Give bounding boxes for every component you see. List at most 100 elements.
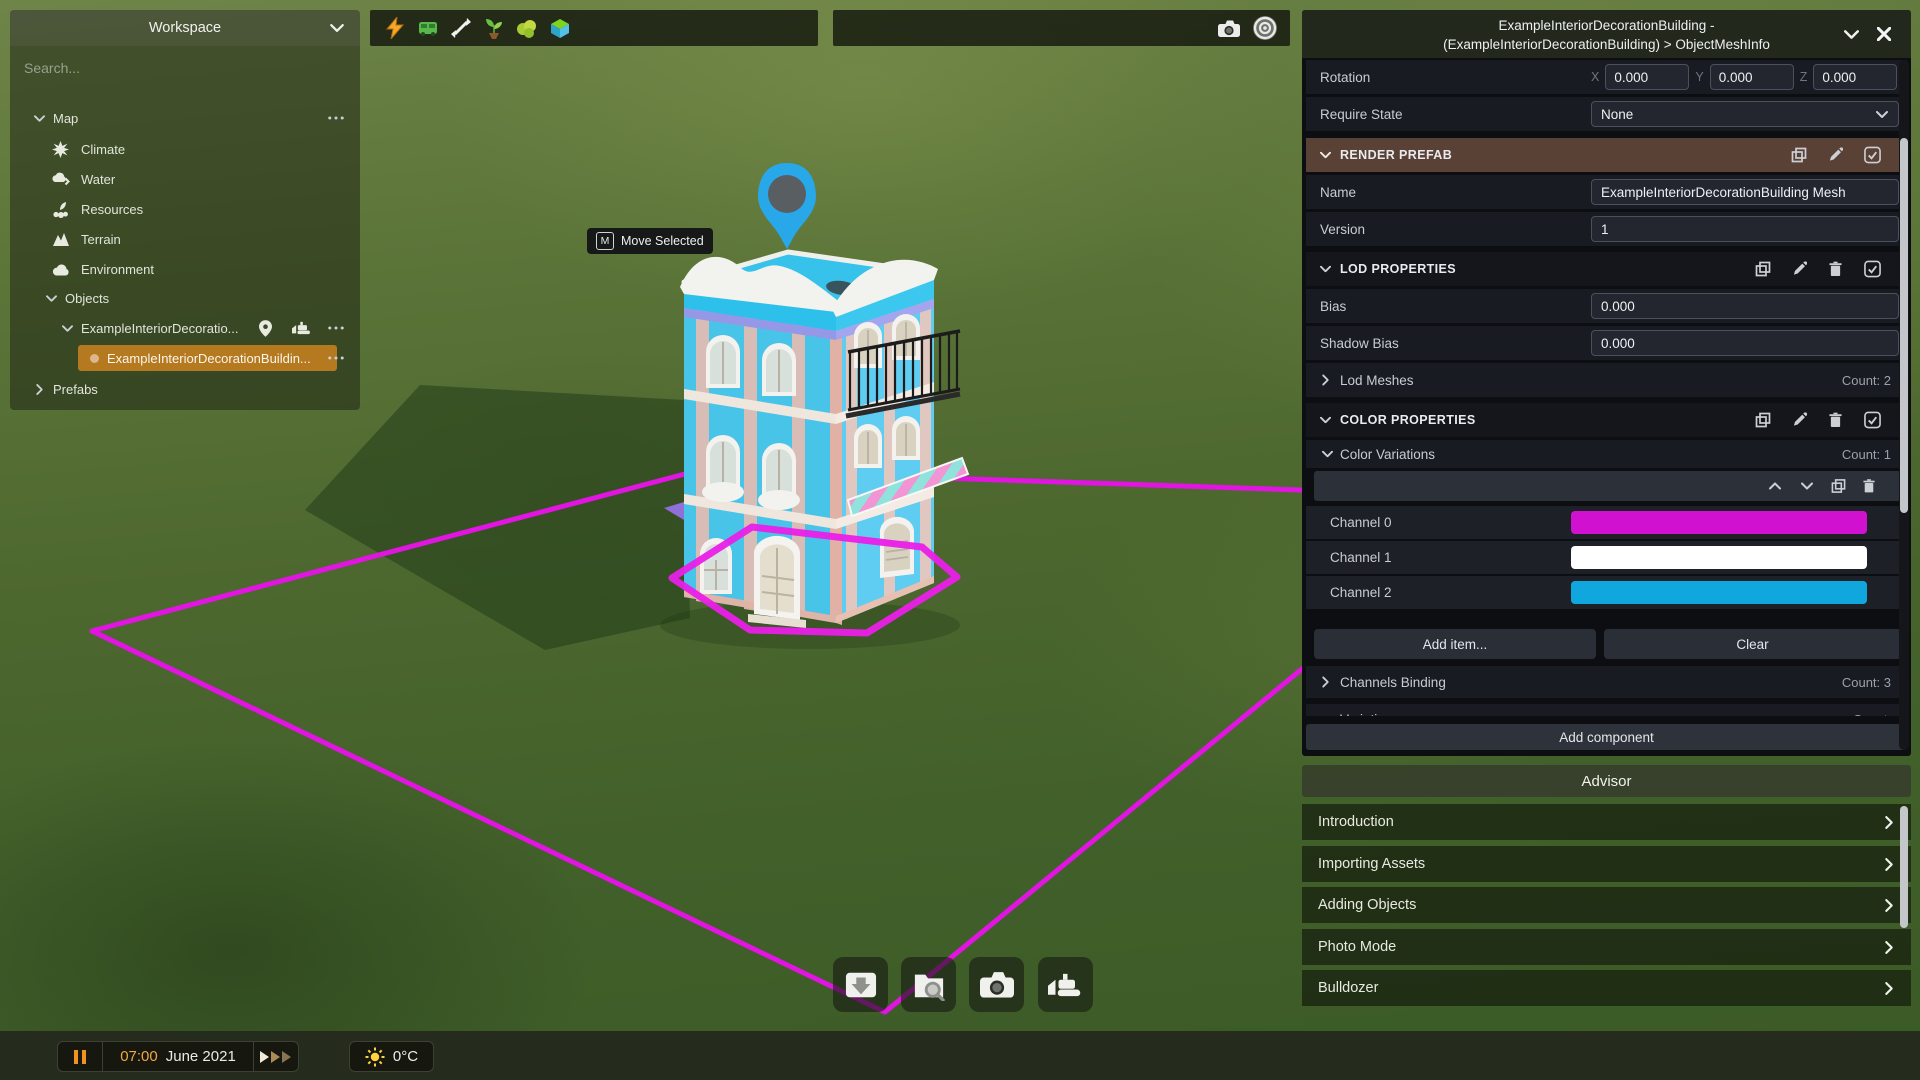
rotation-row: Rotation X Y Z [1306, 60, 1907, 94]
name-input[interactable] [1591, 179, 1899, 205]
rotation-z-input[interactable] [1813, 64, 1897, 90]
tree-item-object-group[interactable]: ExampleInteriorDecoratio... [10, 313, 360, 343]
chevron-right-icon[interactable] [1322, 677, 1329, 688]
building-render [664, 252, 968, 628]
edit-pencil-icon[interactable] [1828, 148, 1843, 163]
speed-button[interactable] [254, 1042, 298, 1071]
map-pin-marker[interactable] [758, 163, 816, 249]
tree-item-label: Resources [69, 202, 360, 217]
channel-2-color-swatch[interactable] [1571, 581, 1867, 604]
channels-binding-row[interactable]: Channels Binding Count: 3 [1306, 666, 1907, 698]
duplicate-icon[interactable] [1755, 261, 1771, 277]
delete-trash-icon[interactable] [1829, 262, 1842, 277]
duplicate-icon[interactable] [1791, 147, 1807, 163]
rotation-y-input[interactable] [1710, 64, 1794, 90]
bush-icon[interactable] [514, 15, 540, 41]
lod-properties-header[interactable]: LOD PROPERTIES [1306, 252, 1907, 286]
camera-icon[interactable] [1216, 15, 1242, 41]
channel-0-color-swatch[interactable] [1571, 511, 1867, 534]
advisor-item-adding-objects[interactable]: Adding Objects [1302, 887, 1911, 923]
chevron-down-icon[interactable] [1320, 266, 1331, 273]
move-arrows-icon[interactable] [448, 15, 474, 41]
selected-object-highlight[interactable]: ExampleInteriorDecorationBuildin... [78, 345, 337, 371]
sapling-icon[interactable] [481, 15, 507, 41]
chevron-right-icon[interactable] [1322, 375, 1329, 386]
bias-input[interactable] [1591, 293, 1899, 319]
color-properties-header[interactable]: COLOR PROPERTIES [1306, 403, 1907, 437]
more-icon[interactable] [328, 356, 344, 360]
inspector-title: ExampleInteriorDecorationBuilding - (Exa… [1302, 10, 1911, 58]
photo-mode-button[interactable] [969, 957, 1024, 1012]
move-down-icon[interactable] [1801, 483, 1813, 490]
workspace-panel: Workspace Map Climate Water Resources Te… [10, 10, 360, 410]
pause-button[interactable] [58, 1042, 102, 1071]
chevron-down-icon[interactable] [1320, 152, 1331, 159]
collapse-chevron-icon[interactable] [1844, 30, 1859, 39]
tree-item-objects[interactable]: Objects [10, 283, 360, 313]
enabled-checkbox-icon[interactable] [1864, 261, 1881, 278]
move-up-icon[interactable] [1769, 483, 1781, 490]
add-component-button[interactable]: Add component [1306, 724, 1907, 750]
collapse-chevron-icon[interactable] [330, 24, 344, 32]
tree-item-resources[interactable]: Resources [10, 194, 360, 224]
chevron-down-icon[interactable] [62, 325, 73, 332]
chevron-down-icon[interactable] [34, 115, 45, 122]
vehicle-icon[interactable] [415, 15, 441, 41]
locate-pin-icon[interactable] [259, 320, 272, 337]
workspace-header[interactable]: Workspace [10, 10, 360, 46]
tree-item-climate[interactable]: Climate [10, 134, 360, 164]
version-input[interactable] [1591, 216, 1899, 242]
channel-row: Channel 0 [1306, 506, 1907, 539]
tree-item-prefabs[interactable]: Prefabs [10, 374, 360, 404]
duplicate-icon[interactable] [1755, 412, 1771, 428]
bulldozer-button[interactable] [1038, 957, 1093, 1012]
search-input[interactable] [22, 54, 346, 82]
tree-item-map[interactable]: Map [10, 103, 360, 133]
advisor-item-photo-mode[interactable]: Photo Mode [1302, 929, 1911, 965]
tree-item-environment[interactable]: Environment [10, 254, 360, 284]
inspector-scrollbar-thumb[interactable] [1900, 138, 1908, 513]
delete-trash-icon[interactable] [1829, 413, 1842, 428]
advisor-item-bulldozer[interactable]: Bulldozer [1302, 970, 1911, 1006]
channel-1-color-swatch[interactable] [1571, 546, 1867, 569]
tree-item-selected-object[interactable]: ExampleInteriorDecorationBuildin... [10, 345, 360, 375]
bulldozer-icon[interactable] [292, 321, 312, 335]
more-icon[interactable] [328, 326, 344, 330]
tree-item-terrain[interactable]: Terrain [10, 224, 360, 254]
chevron-down-icon[interactable] [1322, 451, 1333, 458]
record-icon[interactable] [1252, 15, 1278, 41]
variation-item-row[interactable] [1314, 471, 1901, 501]
edit-pencil-icon[interactable] [1792, 262, 1807, 277]
color-variations-row[interactable]: Color Variations Count: 1 [1306, 440, 1907, 468]
advisor-item-importing-assets[interactable]: Importing Assets [1302, 846, 1911, 882]
add-item-button[interactable]: Add item... [1314, 629, 1596, 659]
advisor-item-introduction[interactable]: Introduction [1302, 804, 1911, 840]
find-asset-button[interactable] [901, 957, 956, 1012]
require-state-select[interactable]: None [1591, 101, 1899, 127]
enabled-checkbox-icon[interactable] [1864, 412, 1881, 429]
render-prefab-header[interactable]: RENDER PREFAB [1306, 138, 1907, 172]
chevron-down-icon[interactable] [46, 295, 57, 302]
axis-y-label: Y [1695, 70, 1703, 84]
partial-row-count: Count: [1853, 712, 1891, 717]
tree-item-water[interactable]: Water [10, 164, 360, 194]
clear-button[interactable]: Clear [1604, 629, 1901, 659]
lod-meshes-row[interactable]: Lod Meshes Count: 2 [1306, 363, 1907, 397]
crate-icon[interactable] [547, 15, 573, 41]
advisor-scrollbar-thumb[interactable] [1900, 806, 1908, 928]
duplicate-icon[interactable] [1831, 479, 1846, 494]
chevron-down-icon[interactable] [1320, 417, 1331, 424]
delete-trash-icon[interactable] [1863, 479, 1875, 493]
shadow-bias-row: Shadow Bias [1306, 326, 1907, 360]
clear-label: Clear [1736, 637, 1768, 652]
edit-pencil-icon[interactable] [1792, 413, 1807, 428]
chevron-right-icon[interactable] [36, 384, 43, 395]
shadow-bias-input[interactable] [1591, 330, 1899, 356]
close-icon[interactable] [1877, 27, 1891, 41]
inspector-scrollbar-track[interactable] [1899, 60, 1909, 750]
enabled-checkbox-icon[interactable] [1864, 147, 1881, 164]
more-icon[interactable] [328, 116, 344, 120]
electricity-icon[interactable] [382, 15, 408, 41]
save-asset-button[interactable] [833, 957, 888, 1012]
rotation-x-input[interactable] [1605, 64, 1689, 90]
